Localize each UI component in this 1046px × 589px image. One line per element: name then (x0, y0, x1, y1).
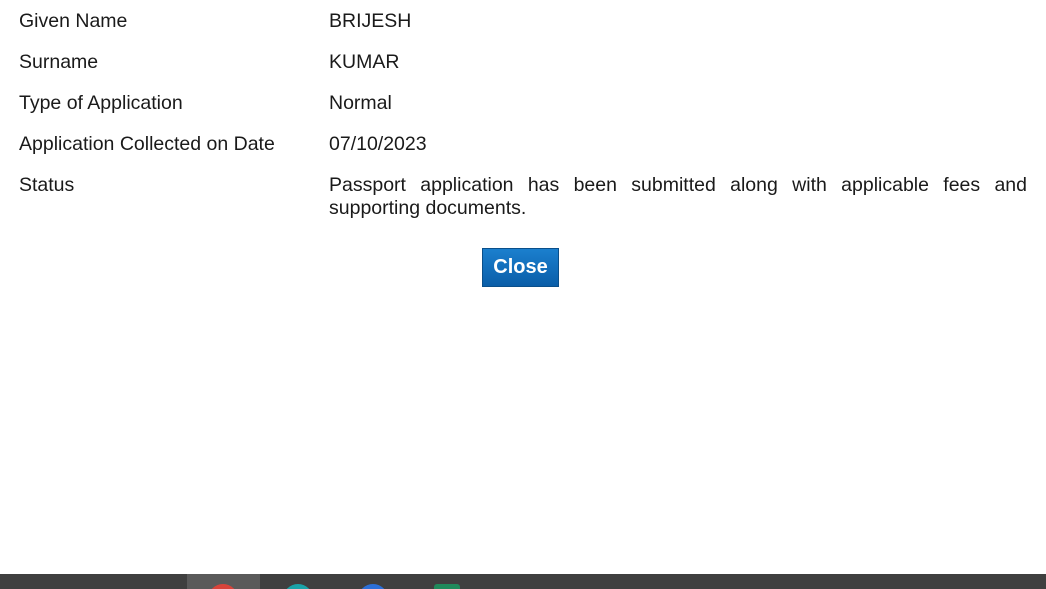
given-name-label: Given Name (19, 10, 128, 32)
detail-row-application-type: Type of Application Normal (19, 92, 1027, 115)
taskbar (0, 574, 1046, 589)
surname-value: KUMAR (329, 51, 400, 73)
detail-row-given-name: Given Name BRIJESH (19, 10, 1027, 33)
application-details: Given Name BRIJESH Surname KUMAR Type of… (19, 10, 1027, 238)
detail-row-status: Status Passport application has been sub… (19, 174, 1027, 220)
detail-row-surname: Surname KUMAR (19, 51, 1027, 74)
surname-label: Surname (19, 51, 99, 73)
collected-date-label: Application Collected on Date (19, 133, 275, 155)
app-icon-green[interactable] (434, 584, 460, 589)
status-label: Status (19, 174, 75, 196)
given-name-value: BRIJESH (329, 10, 412, 32)
app-icon-blue[interactable] (358, 584, 388, 589)
detail-row-collected-date: Application Collected on Date 07/10/2023 (19, 133, 1027, 156)
close-button[interactable]: Close (482, 248, 559, 287)
dialog-actions: Close (482, 248, 559, 287)
application-type-value: Normal (329, 92, 392, 114)
collected-date-value: 07/10/2023 (329, 133, 427, 155)
application-type-label: Type of Application (19, 92, 183, 114)
status-value: Passport application has been submitted … (329, 174, 1027, 219)
edge-icon[interactable] (283, 584, 313, 589)
